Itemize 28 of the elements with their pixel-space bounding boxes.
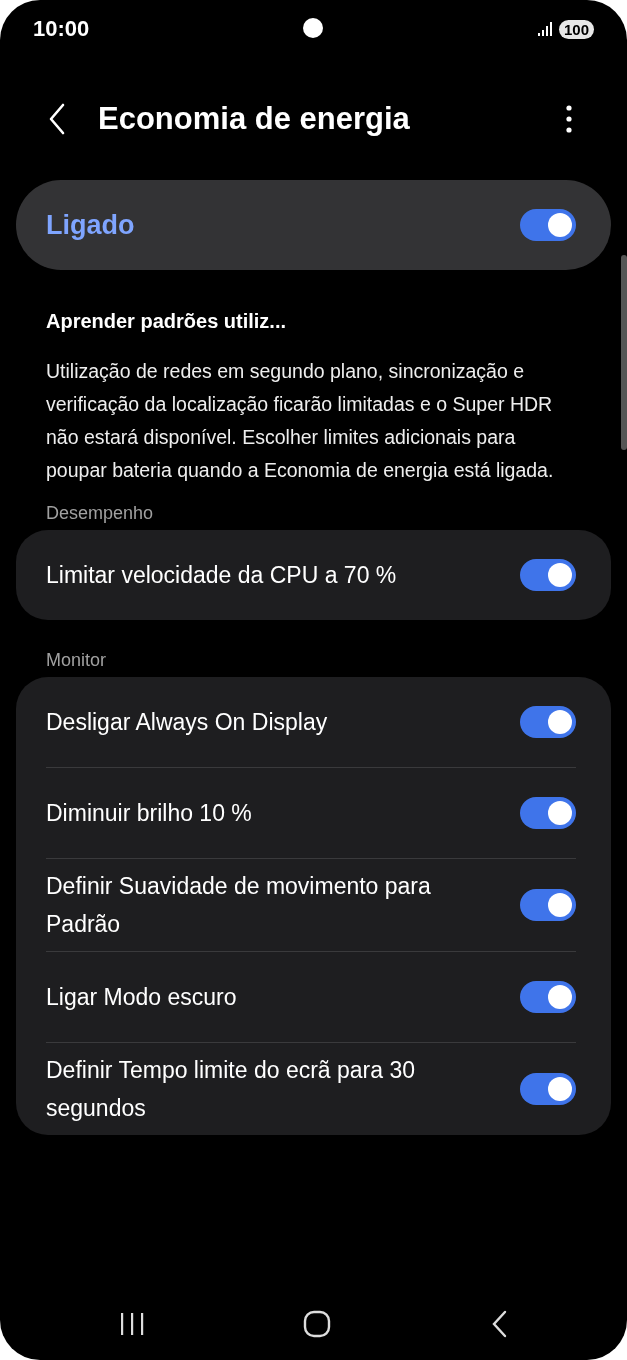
recent-apps-icon[interactable] <box>119 1312 146 1336</box>
setting-label[interactable]: Ligar Modo escuro <box>46 970 237 1024</box>
toggle-switch[interactable] <box>520 981 576 1013</box>
battery-level: 100 <box>558 19 594 39</box>
setting-label[interactable]: Definir Suavidade de movimento para Padrão <box>46 859 466 951</box>
subtitle: Aprender padrões utiliz... <box>45 309 288 333</box>
toggle-switch[interactable] <box>520 706 576 738</box>
setting-label[interactable]: Diminuir brilho 10 % <box>46 786 252 840</box>
setting-label[interactable]: Desligar Always On Display <box>46 695 328 749</box>
setting-label[interactable]: Definir Tempo limite do ecrã para 30 segundos <box>46 1043 466 1135</box>
page-title: Economia de energia <box>98 101 411 137</box>
section-header: Monitor <box>45 649 108 672</box>
toggle-switch[interactable] <box>520 797 576 829</box>
master-switch-card[interactable]: Ligado <box>16 180 611 270</box>
home-icon[interactable] <box>303 1310 332 1338</box>
toggle-switch[interactable] <box>520 559 576 591</box>
signal-icon <box>536 21 553 37</box>
camera-dot <box>303 18 323 38</box>
status-time: 10:00 <box>33 16 90 42</box>
toggle-switch[interactable] <box>520 1073 576 1105</box>
toggle-switch[interactable] <box>520 209 576 241</box>
more-options-icon[interactable] <box>566 105 572 133</box>
section-header: Desempenho <box>45 502 155 525</box>
setting-label[interactable]: Limitar velocidade da CPU a 70 % <box>46 548 397 602</box>
description-text: Utilização de redes em segundo plano, sincronização e verificação da localização ficarão limitadas e o Super HDR não estará disponível. Escolher limites adicionais para poupar bateria quando a Economia de energia está ligada. <box>46 359 555 483</box>
toggle-switch[interactable] <box>520 889 576 921</box>
master-switch-label: Ligado <box>46 209 135 241</box>
back-icon[interactable] <box>48 103 66 135</box>
